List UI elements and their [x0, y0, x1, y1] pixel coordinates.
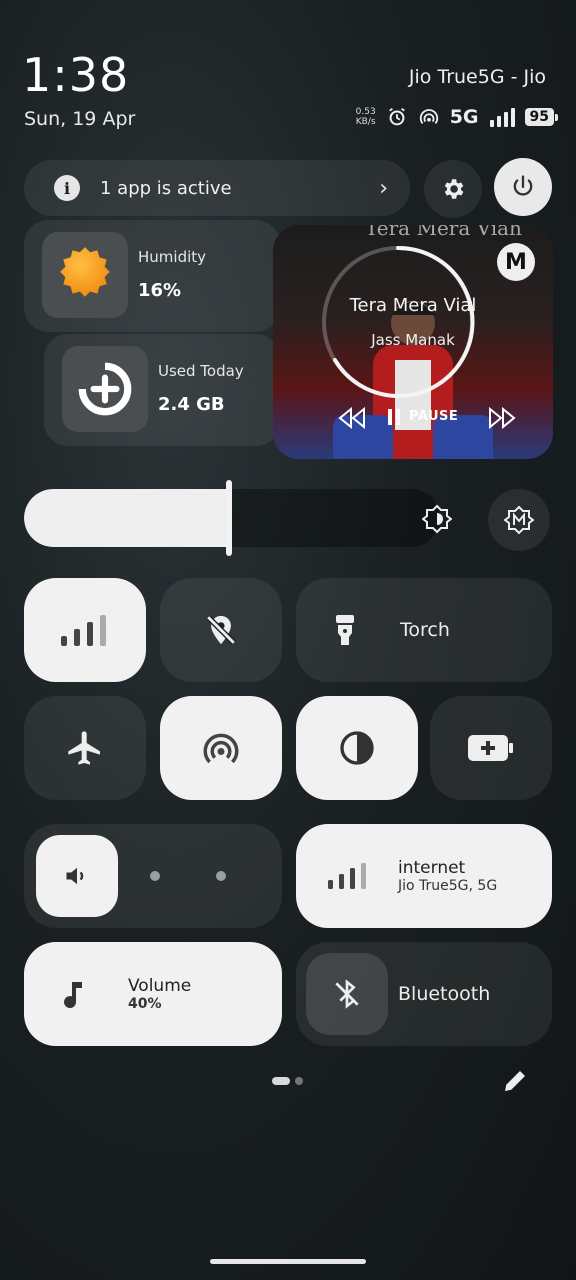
internet-sub: Jio True5G, 5G [398, 878, 498, 894]
data-usage-icon-box [62, 346, 148, 432]
date[interactable]: Sun, 19 Apr [24, 108, 135, 130]
pause-icon [388, 409, 400, 425]
humidity-label: Humidity [138, 248, 207, 266]
page-indicator-active [272, 1077, 290, 1085]
flashlight-icon [336, 615, 354, 645]
settings-button[interactable] [424, 160, 482, 218]
auto-brightness-button[interactable] [412, 494, 462, 544]
media-player-widget[interactable]: Tera Mera Viah M Tera Mera Vial Jass Man… [273, 225, 553, 459]
sound-mode-panel [24, 824, 282, 928]
data-usage-icon [78, 362, 132, 416]
pause-button[interactable] [387, 407, 401, 431]
net-speed-value: 0.53 [355, 107, 376, 117]
sun-icon [60, 247, 110, 297]
humidity-widget[interactable]: Humidity 16% [24, 220, 280, 332]
hotspot-icon [203, 733, 239, 764]
signal-icon [489, 108, 515, 127]
bluetooth-icon-box [306, 953, 388, 1035]
weather-icon [42, 232, 128, 318]
pencil-icon [505, 1071, 525, 1091]
power-icon [513, 175, 533, 196]
data-usage-label: Used Today [158, 362, 244, 380]
data-usage-value: 2.4 GB [158, 394, 225, 415]
next-button[interactable] [487, 406, 517, 434]
hotspot-toggle[interactable] [160, 696, 282, 800]
info-icon: i [54, 175, 80, 201]
torch-label: Torch [400, 619, 450, 641]
rewind-icon [338, 406, 365, 430]
brightness-fill [24, 489, 232, 547]
mobile-data-toggle[interactable] [24, 578, 146, 682]
volume-label: Volume [128, 976, 192, 996]
volume-tile[interactable]: Volume 40% [24, 942, 282, 1046]
contrast-icon [340, 731, 374, 765]
vibrate-mode-dot[interactable] [150, 871, 160, 881]
manual-mode-button[interactable] [488, 489, 550, 551]
volume-value: 40% [128, 996, 162, 1012]
airplane-mode-toggle[interactable] [24, 696, 146, 800]
auto-brightness-icon [422, 504, 452, 534]
network-type: 5G [449, 106, 479, 128]
music-note-icon [64, 982, 82, 1009]
brightness-handle[interactable] [226, 480, 232, 556]
clock[interactable]: 1:38 [22, 48, 129, 102]
status-icons: 0.53 KB/s 5G 95 [356, 106, 559, 128]
location-toggle[interactable] [160, 578, 282, 682]
airplane-icon [68, 731, 100, 765]
page-indicator [295, 1077, 303, 1085]
location-off-icon [206, 615, 236, 645]
song-title: Tera Mera Vial [349, 295, 477, 316]
signal-icon [328, 863, 366, 889]
silent-mode-dot[interactable] [216, 871, 226, 881]
active-apps-label: 1 app is active [100, 177, 232, 199]
fast-forward-icon [489, 406, 516, 430]
gear-icon [444, 179, 464, 199]
battery-plus-icon [468, 735, 513, 761]
torch-toggle[interactable]: Torch [296, 578, 552, 682]
internet-tile[interactable]: internet Jio True5G, 5G [296, 824, 552, 928]
artist-name: Jass Manak [371, 331, 455, 349]
carrier-name: Jio True5G - Jio [408, 66, 546, 88]
hotspot-icon [419, 109, 438, 124]
speaker-icon [66, 867, 84, 885]
net-speed: 0.53 KB/s [356, 107, 376, 127]
data-usage-widget[interactable]: Used Today 2.4 GB [44, 334, 280, 446]
home-indicator[interactable] [210, 1259, 366, 1264]
alarm-icon [388, 107, 405, 126]
power-button[interactable] [494, 158, 552, 216]
chevron-right-icon: › [379, 175, 388, 201]
music-app-icon[interactable]: M [497, 243, 535, 281]
bluetooth-off-icon [335, 979, 359, 1009]
internet-label: internet [398, 858, 466, 878]
album-art-text: Tera Mera Viah [365, 225, 522, 240]
progress-ring [322, 245, 475, 398]
sound-mode-button[interactable] [36, 835, 118, 917]
bluetooth-label: Bluetooth [398, 983, 491, 1005]
previous-button[interactable] [337, 406, 367, 434]
bluetooth-tile[interactable]: Bluetooth [296, 942, 552, 1046]
brightness-slider[interactable] [24, 489, 440, 547]
net-speed-unit: KB/s [355, 117, 376, 127]
active-apps-bar[interactable]: i 1 app is active › [24, 160, 410, 216]
signal-icon [61, 615, 106, 646]
edit-button[interactable] [500, 1066, 530, 1100]
pause-label: PAUSE [409, 409, 459, 424]
dark-mode-toggle[interactable] [296, 696, 418, 800]
manual-brightness-icon [504, 505, 534, 535]
battery-saver-toggle[interactable] [430, 696, 552, 800]
battery-indicator: 95 [524, 108, 559, 126]
humidity-value: 16% [138, 280, 182, 301]
